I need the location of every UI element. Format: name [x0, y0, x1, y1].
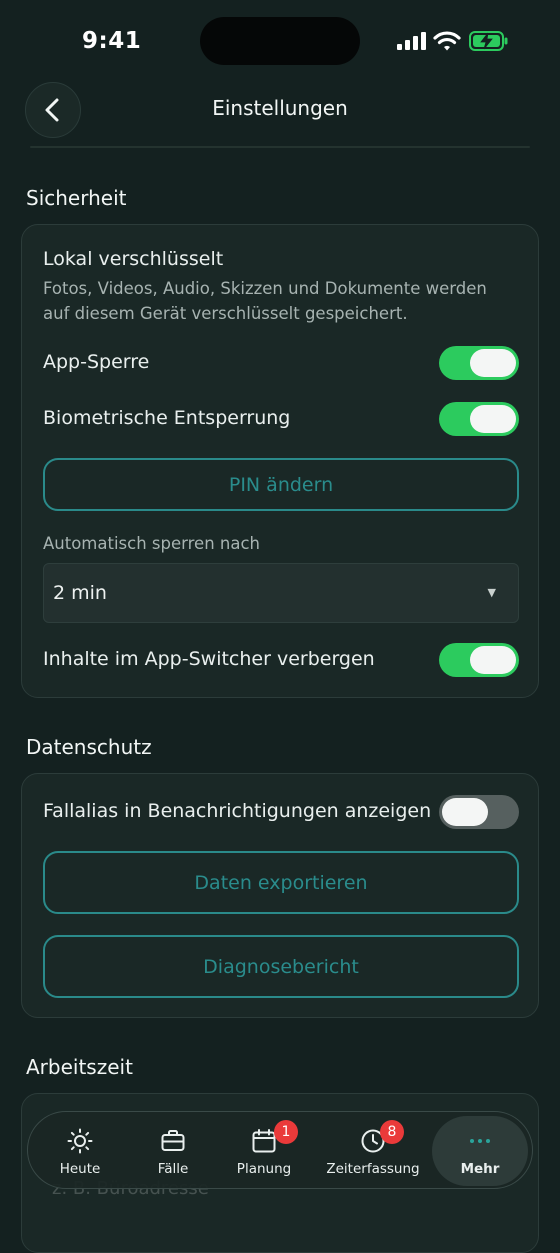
cellular-signal-icon [397, 32, 426, 50]
change-pin-button[interactable]: PIN ändern [43, 458, 519, 511]
tab-label: Heute [59, 1161, 101, 1177]
auto-lock-value: 2 min [53, 582, 107, 604]
show-alias-toggle[interactable] [439, 795, 519, 829]
local-encrypted-description: Fotos, Videos, Audio, Skizzen und Dokume… [43, 279, 487, 323]
app-lock-toggle[interactable] [439, 346, 519, 380]
status-bar: 9:41 [0, 0, 560, 82]
wifi-icon [433, 31, 461, 51]
biometric-toggle[interactable] [439, 402, 519, 436]
briefcase-icon [161, 1130, 185, 1151]
dropdown-caret-icon: ▼ [487, 586, 496, 599]
tab-planung[interactable]: 1 Planung [216, 1112, 312, 1190]
battery-charging-icon [469, 31, 508, 51]
auto-lock-select[interactable]: 2 min ▼ [43, 563, 519, 623]
show-alias-label: Fallalias in Benachrichtigungen anzeigen [43, 800, 432, 822]
page-title: Einstellungen [212, 96, 348, 120]
tab-bar: Heute Fälle 1 Planung 8 Zeiterfassung Me… [27, 1111, 533, 1189]
nav-header: Einstellungen [0, 82, 560, 148]
sun-icon [67, 1128, 93, 1154]
more-dots-icon [470, 1139, 490, 1143]
local-encrypted-title: Lokal verschlüsselt [43, 248, 224, 270]
tab-mehr[interactable]: Mehr [432, 1116, 528, 1186]
app-lock-label: App-Sperre [43, 351, 150, 373]
dynamic-island [200, 17, 360, 65]
hide-switcher-label: Inhalte im App-Switcher verbergen [43, 648, 375, 670]
tab-heute[interactable]: Heute [32, 1112, 128, 1190]
tab-zeiterfassung[interactable]: 8 Zeiterfassung [323, 1112, 423, 1190]
security-card: Lokal verschlüsselt Fotos, Videos, Audio… [21, 224, 539, 698]
auto-lock-label: Automatisch sperren nach [43, 534, 261, 553]
tab-faelle[interactable]: Fälle [125, 1112, 221, 1190]
hide-switcher-toggle[interactable] [439, 643, 519, 677]
status-time: 9:41 [82, 28, 142, 54]
planung-badge: 1 [274, 1120, 298, 1144]
diagnostics-button[interactable]: Diagnosebericht [43, 935, 519, 998]
tab-label: Zeiterfassung [326, 1161, 420, 1177]
header-divider [30, 146, 530, 148]
export-data-button[interactable]: Daten exportieren [43, 851, 519, 914]
privacy-card: Fallalias in Benachrichtigungen anzeigen… [21, 773, 539, 1018]
biometric-label: Biometrische Entsperrung [43, 407, 291, 429]
tab-label: Fälle [157, 1161, 189, 1177]
tab-label: Planung [236, 1161, 292, 1177]
tab-label: Mehr [460, 1161, 500, 1177]
zeiterfassung-badge: 8 [380, 1120, 404, 1144]
section-title-security: Sicherheit [26, 186, 127, 210]
section-title-worktime: Arbeitszeit [26, 1055, 133, 1079]
section-title-privacy: Datenschutz [26, 735, 152, 759]
